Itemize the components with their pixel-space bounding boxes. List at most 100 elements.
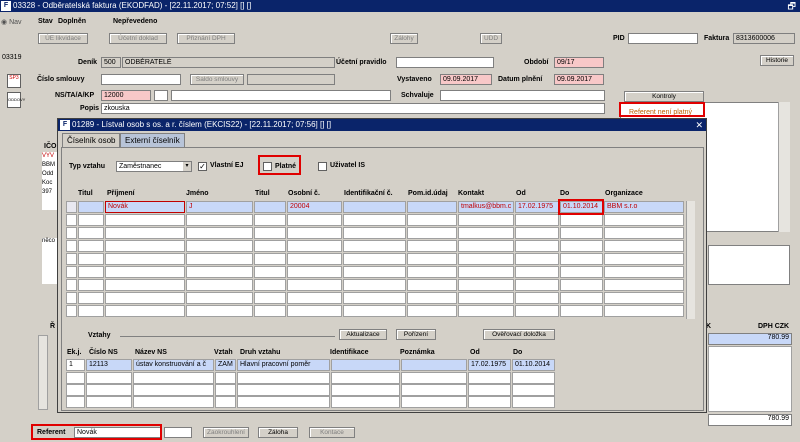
modal-close-icon[interactable]: ✕ xyxy=(695,119,703,131)
zaloha-button[interactable]: Záloha xyxy=(258,427,298,438)
typ-vztahu-select[interactable]: Zaměstnanec xyxy=(116,161,192,172)
empty-cell[interactable] xyxy=(515,266,559,278)
porizeni-button[interactable]: Pořízení xyxy=(396,329,436,340)
empty-cell[interactable] xyxy=(287,292,342,304)
empty-cell[interactable] xyxy=(560,279,603,291)
ucetni-pravidlo-field[interactable] xyxy=(396,57,494,68)
empty-cell[interactable] xyxy=(86,384,132,396)
empty-cell[interactable] xyxy=(66,372,85,384)
cislo-smlouvy-field[interactable] xyxy=(101,74,181,85)
empty-cell[interactable] xyxy=(604,227,684,239)
empty-cell[interactable] xyxy=(604,279,684,291)
empty-cell[interactable] xyxy=(458,227,514,239)
empty-cell[interactable] xyxy=(343,227,406,239)
empty-cell[interactable] xyxy=(254,240,286,252)
cell-prijmeni[interactable]: Novák xyxy=(105,201,185,213)
empty-cell[interactable] xyxy=(237,384,330,396)
empty-cell[interactable] xyxy=(186,292,253,304)
empty-cell[interactable] xyxy=(458,253,514,265)
empty-cell[interactable] xyxy=(343,292,406,304)
empty-cell[interactable] xyxy=(287,279,342,291)
empty-cell[interactable] xyxy=(401,372,467,384)
overovaci-button[interactable]: Ověřovací doložka xyxy=(483,329,555,340)
empty-cell[interactable] xyxy=(237,372,330,384)
empty-cell[interactable] xyxy=(105,240,185,252)
empty-cell[interactable] xyxy=(468,396,511,408)
empty-cell[interactable] xyxy=(254,227,286,239)
a-field[interactable] xyxy=(171,90,391,101)
tab-ciselnik-osob[interactable]: Číselník osob xyxy=(62,133,121,147)
kontroly-button[interactable]: Kontroly xyxy=(624,91,704,102)
empty-cell[interactable] xyxy=(186,240,253,252)
empty-cell[interactable] xyxy=(512,396,555,408)
empty-cell[interactable] xyxy=(560,227,603,239)
empty-cell[interactable] xyxy=(133,396,214,408)
empty-cell[interactable] xyxy=(343,214,406,226)
empty-cell[interactable] xyxy=(560,292,603,304)
empty-cell[interactable] xyxy=(604,305,684,317)
empty-cell[interactable] xyxy=(604,214,684,226)
nav-button[interactable]: ◉ Nav xyxy=(1,18,27,28)
vcell-do[interactable]: 01.10.2014 xyxy=(512,359,555,371)
empty-cell[interactable] xyxy=(604,292,684,304)
empty-cell[interactable] xyxy=(66,292,77,304)
empty-cell[interactable] xyxy=(186,305,253,317)
empty-cell[interactable] xyxy=(331,384,400,396)
empty-cell[interactable] xyxy=(254,292,286,304)
empty-cell[interactable] xyxy=(105,253,185,265)
obdobi-field[interactable]: 09/17 xyxy=(554,57,604,68)
cell-identifikacni[interactable] xyxy=(343,201,406,213)
udd-button[interactable]: UDD xyxy=(480,33,502,44)
empty-cell[interactable] xyxy=(407,227,457,239)
uzivatel-is-checkbox[interactable] xyxy=(318,162,327,171)
empty-cell[interactable] xyxy=(86,372,132,384)
popis-field[interactable]: zkouska xyxy=(101,103,605,114)
empty-cell[interactable] xyxy=(237,396,330,408)
empty-cell[interactable] xyxy=(407,279,457,291)
empty-cell[interactable] xyxy=(186,227,253,239)
empty-cell[interactable] xyxy=(515,279,559,291)
historie-button[interactable]: Historie xyxy=(760,55,794,66)
empty-cell[interactable] xyxy=(343,266,406,278)
empty-cell[interactable] xyxy=(133,384,214,396)
empty-cell[interactable] xyxy=(604,253,684,265)
empty-cell[interactable] xyxy=(215,372,236,384)
cell-jmeno[interactable]: J xyxy=(186,201,253,213)
empty-cell[interactable] xyxy=(287,253,342,265)
vcell-vztah[interactable]: ZAM xyxy=(215,359,236,371)
tab-externi-ciselnik[interactable]: Externí číselník xyxy=(120,133,185,147)
empty-cell[interactable] xyxy=(287,227,342,239)
empty-cell[interactable] xyxy=(287,266,342,278)
empty-cell[interactable] xyxy=(78,305,104,317)
aktualizace-button[interactable]: Aktualizace xyxy=(339,329,387,340)
empty-cell[interactable] xyxy=(287,214,342,226)
empty-cell[interactable] xyxy=(560,305,603,317)
ns-field[interactable]: 12000 xyxy=(101,90,151,101)
empty-cell[interactable] xyxy=(186,266,253,278)
empty-cell[interactable] xyxy=(458,214,514,226)
referent-extra[interactable] xyxy=(164,427,192,438)
empty-cell[interactable] xyxy=(407,305,457,317)
empty-cell[interactable] xyxy=(407,240,457,252)
empty-cell[interactable] xyxy=(407,292,457,304)
empty-cell[interactable] xyxy=(515,292,559,304)
empty-cell[interactable] xyxy=(407,253,457,265)
empty-cell[interactable] xyxy=(66,240,77,252)
vcell-nazev-ns[interactable]: ústav konstruování a č xyxy=(133,359,214,371)
oddovy-icon[interactable]: ODDOVY xyxy=(7,92,25,108)
empty-cell[interactable] xyxy=(458,292,514,304)
empty-cell[interactable] xyxy=(560,253,603,265)
empty-cell[interactable] xyxy=(515,240,559,252)
empty-cell[interactable] xyxy=(407,214,457,226)
empty-cell[interactable] xyxy=(512,372,555,384)
vcell-od[interactable]: 17.02.1975 xyxy=(468,359,511,371)
empty-cell[interactable] xyxy=(458,305,514,317)
empty-cell[interactable] xyxy=(331,372,400,384)
empty-cell[interactable] xyxy=(458,240,514,252)
empty-cell[interactable] xyxy=(468,372,511,384)
kontace-button[interactable]: Kontace xyxy=(309,427,355,438)
vcell-druh[interactable]: Hlavní pracovní poměr xyxy=(237,359,330,371)
empty-cell[interactable] xyxy=(78,227,104,239)
empty-cell[interactable] xyxy=(215,384,236,396)
ucetni-doklad-button[interactable]: Účetní doklad xyxy=(109,33,167,44)
